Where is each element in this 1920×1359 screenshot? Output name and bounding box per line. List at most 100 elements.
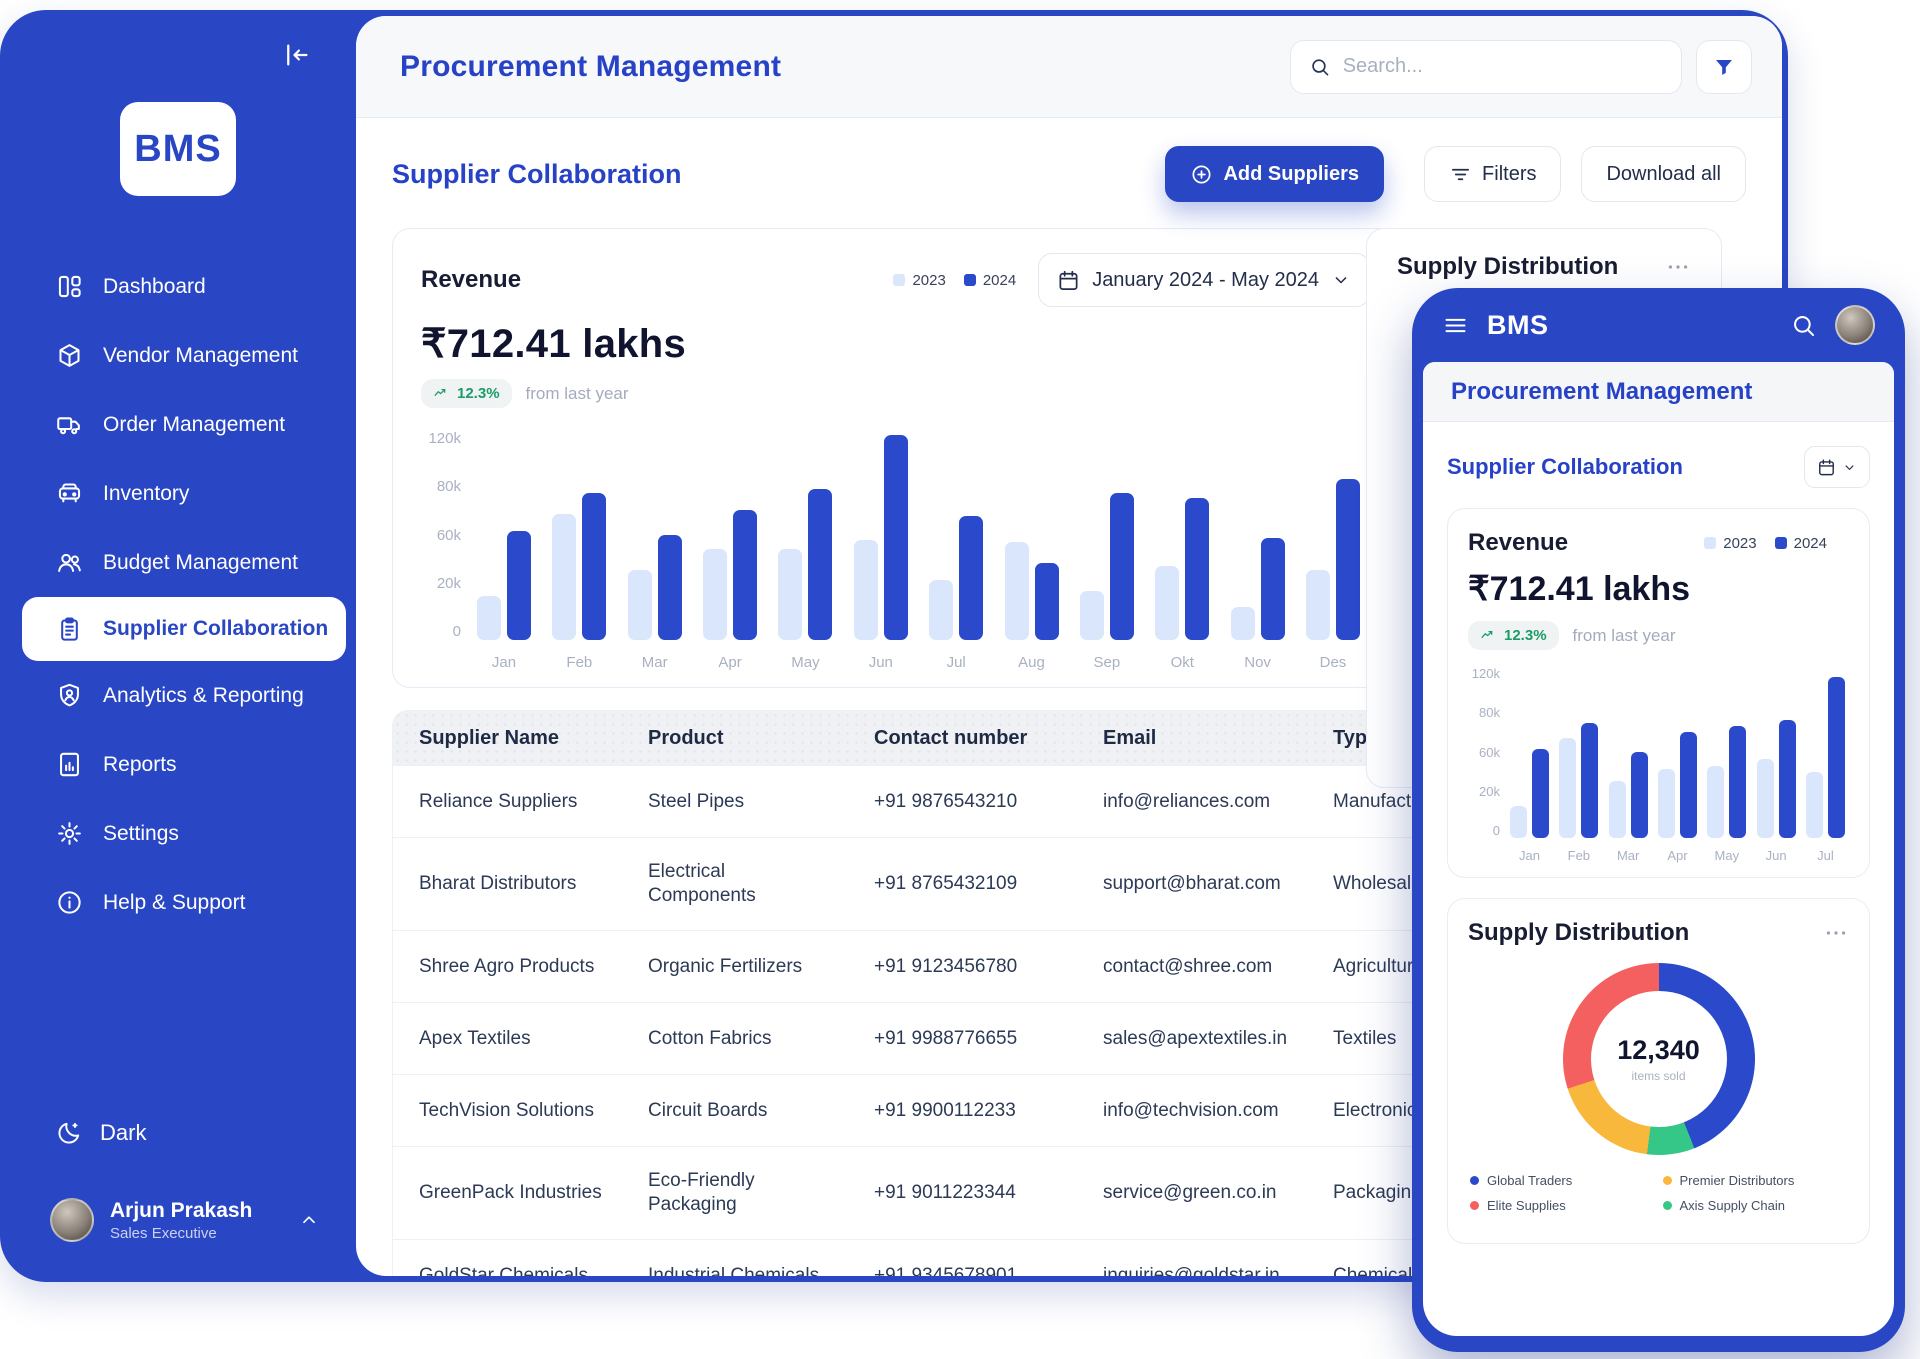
bar-2023-nov — [1231, 607, 1255, 640]
bar-2024-des — [1336, 479, 1360, 640]
sidebar-item-help-support[interactable]: Help & Support — [0, 868, 356, 937]
plus-circle-icon — [1190, 163, 1213, 186]
table-cell: Cotton Fabrics — [648, 1027, 874, 1051]
sidebar-item-vendor-management[interactable]: Vendor Management — [0, 321, 356, 390]
table-row[interactable]: TechVision SolutionsCircuit Boards+91 99… — [393, 1074, 1456, 1146]
bar-group-feb: Feb — [1559, 666, 1598, 863]
user-role: Sales Executive — [110, 1225, 282, 1242]
revenue-card: Revenue 20232024 January 2024 - May 2024… — [392, 228, 1399, 688]
calendar-icon — [1817, 458, 1836, 477]
legend-item-2024: 2024 — [1775, 535, 1827, 552]
revenue-delta-caption: from last year — [526, 384, 629, 404]
bar-2024-feb — [1581, 723, 1598, 838]
sidebar-item-label: Reports — [103, 753, 177, 777]
bar-2024-may — [808, 489, 832, 640]
download-all-button[interactable]: Download all — [1581, 146, 1746, 202]
bar-group-jan: Jan — [477, 430, 531, 671]
date-range-selector[interactable]: January 2024 - May 2024 — [1038, 253, 1370, 307]
sidebar-item-analytics-reporting[interactable]: Analytics & Reporting — [0, 661, 356, 730]
mobile-revenue-title: Revenue — [1468, 529, 1568, 557]
table-cell: GreenPack Industries — [419, 1181, 648, 1205]
calendar-icon — [1057, 269, 1080, 292]
bar-2024-sep — [1110, 493, 1134, 640]
mobile-panel: Procurement Management Supplier Collabor… — [1423, 362, 1894, 1336]
bar-group-jul: Jul — [929, 430, 983, 671]
bar-2023-mar — [628, 570, 652, 640]
mobile-section-title: Supplier Collaboration — [1447, 454, 1683, 480]
brand-logo-text: BMS — [134, 128, 221, 171]
bar-group-mar: Mar — [1609, 666, 1648, 863]
mobile-date-selector[interactable] — [1804, 446, 1870, 488]
bar-2023-jun — [854, 540, 878, 640]
more-options-icon[interactable] — [1665, 254, 1691, 280]
table-header-row: Supplier NameProductContact numberEmailT… — [393, 711, 1456, 765]
topbar: Procurement Management — [356, 16, 1782, 118]
filters-button[interactable]: Filters — [1424, 146, 1561, 202]
table-row[interactable]: Apex TextilesCotton Fabrics+91 998877665… — [393, 1002, 1456, 1074]
dark-mode-toggle[interactable]: Dark — [0, 1120, 356, 1146]
sidebar-item-label: Inventory — [103, 482, 189, 506]
search-input[interactable] — [1343, 55, 1663, 78]
sidebar-item-order-management[interactable]: Order Management — [0, 390, 356, 459]
bar-2023-okt — [1155, 566, 1179, 640]
sidebar-item-budget-management[interactable]: Budget Management — [0, 528, 356, 597]
mobile-revenue-delta-badge: 12.3% — [1468, 621, 1559, 650]
sidebar-item-label: Dashboard — [103, 275, 206, 299]
bar-2024-jan — [507, 531, 531, 640]
bar-2024-jun — [884, 435, 908, 640]
revenue-delta-badge: 12.3% — [421, 379, 512, 408]
hamburger-menu-icon[interactable] — [1442, 312, 1469, 339]
table-cell: Organic Fertilizers — [648, 955, 874, 979]
sidebar-item-label: Order Management — [103, 413, 285, 437]
chevron-up-icon[interactable] — [298, 1209, 320, 1231]
user-profile[interactable]: Arjun Prakash Sales Executive — [0, 1198, 356, 1282]
chevron-down-icon — [1842, 460, 1857, 475]
donut-legend-item: Global Traders — [1470, 1173, 1655, 1188]
more-options-icon[interactable] — [1823, 920, 1849, 946]
bar-2023-jan — [1510, 806, 1527, 838]
supplier-table: Supplier NameProductContact numberEmailT… — [392, 710, 1457, 1276]
moon-icon — [56, 1120, 82, 1146]
donut-caption: items sold — [1631, 1069, 1685, 1083]
bar-group-jun: Jun — [1757, 666, 1796, 863]
table-row[interactable]: Shree Agro ProductsOrganic Fertilizers+9… — [393, 930, 1456, 1002]
mobile-avatar[interactable] — [1835, 305, 1875, 345]
legend-item-2023: 2023 — [1704, 535, 1756, 552]
chevron-down-icon — [1331, 270, 1351, 290]
table-row[interactable]: GoldStar ChemicalsIndustrial Chemicals+9… — [393, 1239, 1456, 1276]
sidebar-item-dashboard[interactable]: Dashboard — [0, 252, 356, 321]
users-icon — [56, 549, 83, 576]
sidebar-item-inventory[interactable]: Inventory — [0, 459, 356, 528]
bar-2024-apr — [733, 510, 757, 640]
bar-group-apr: Apr — [1658, 666, 1697, 863]
table-row[interactable]: Reliance SuppliersSteel Pipes+91 9876543… — [393, 765, 1456, 837]
table-cell: info@techvision.com — [1103, 1099, 1333, 1123]
table-cell: TechVision Solutions — [419, 1099, 648, 1123]
bar-2024-jan — [1532, 749, 1549, 838]
sidebar-item-reports[interactable]: Reports — [0, 730, 356, 799]
sidebar-item-label: Supplier Collaboration — [103, 617, 328, 641]
bar-2023-apr — [703, 549, 727, 640]
mobile-supply-card: Supply Distribution 12,340 items sold Gl… — [1447, 898, 1870, 1244]
collapse-sidebar-icon[interactable] — [282, 40, 312, 70]
mobile-page-title: Procurement Management — [1423, 362, 1894, 422]
sidebar-item-settings[interactable]: Settings — [0, 799, 356, 868]
bar-2024-mar — [1631, 752, 1648, 838]
filter-button[interactable] — [1696, 40, 1752, 94]
sidebar-item-supplier-collaboration[interactable]: Supplier Collaboration — [22, 597, 346, 661]
van-icon — [56, 480, 83, 507]
table-cell: +91 9123456780 — [874, 955, 1103, 979]
search-box — [1290, 40, 1682, 94]
table-row[interactable]: GreenPack IndustriesEco-Friendly Packagi… — [393, 1146, 1456, 1239]
sidebar-item-label: Help & Support — [103, 891, 245, 915]
bar-2024-jun — [1779, 720, 1796, 838]
bar-2024-nov — [1261, 538, 1285, 640]
avatar — [50, 1198, 94, 1242]
dashboard-icon — [56, 273, 83, 300]
mobile-search-icon[interactable] — [1790, 312, 1817, 339]
bar-2023-may — [778, 549, 802, 640]
bar-2023-jan — [477, 596, 501, 640]
add-suppliers-button[interactable]: Add Suppliers — [1165, 146, 1384, 202]
table-row[interactable]: Bharat DistributorsElectrical Components… — [393, 837, 1456, 930]
column-header: Product — [648, 727, 874, 750]
